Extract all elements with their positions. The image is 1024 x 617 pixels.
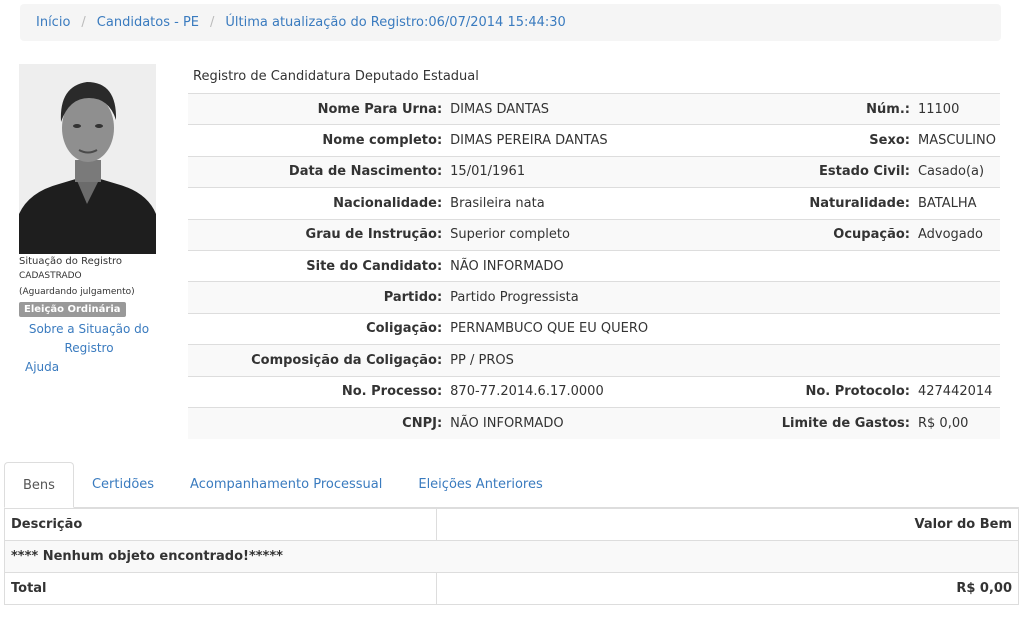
- field-value: MASCULINO: [913, 124, 1000, 157]
- table-row: Grau de Instrução: Superior completo Ocu…: [188, 218, 1000, 251]
- tab-certidoes[interactable]: Certidões: [74, 462, 172, 507]
- field-label: Partido:: [188, 281, 447, 314]
- field-value: Superior completo: [446, 218, 733, 251]
- field-label: Coligação:: [188, 312, 447, 345]
- field-label: [732, 249, 914, 282]
- registration-sidebar: Situação do Registro CADASTRADO (Aguarda…: [19, 255, 159, 374]
- field-value: [913, 281, 1000, 314]
- field-value: [913, 344, 1000, 377]
- field-value: 427442014: [913, 375, 1000, 408]
- field-label: Nacionalidade:: [188, 187, 447, 220]
- assets-table: Descrição Valor do Bem **** Nenhum objet…: [4, 508, 1019, 605]
- column-header-description: Descrição: [4, 508, 437, 541]
- field-value: Partido Progressista: [446, 281, 733, 314]
- registration-status-title: Situação do Registro: [19, 256, 122, 267]
- breadcrumb-home[interactable]: Início: [36, 15, 70, 30]
- tab-acompanhamento-processual[interactable]: Acompanhamento Processual: [172, 462, 400, 507]
- field-value: DIMAS PEREIRA DANTAS: [446, 124, 733, 157]
- field-label: Núm.:: [732, 92, 914, 125]
- field-value: 15/01/1961: [446, 155, 733, 188]
- field-label: Grau de Instrução:: [188, 218, 447, 251]
- field-label: Composição da Coligação:: [188, 344, 447, 377]
- table-row: Site do Candidato: NÃO INFORMADO: [188, 249, 1000, 282]
- breadcrumb: Início / Candidatos - PE / Última atuali…: [20, 4, 1001, 41]
- field-label: [732, 344, 914, 377]
- table-row: Nome Para Urna: DIMAS DANTAS Núm.: 11100: [188, 92, 1000, 125]
- field-value: NÃO INFORMADO: [446, 406, 733, 439]
- field-label: [732, 281, 914, 314]
- field-value: R$ 0,00: [913, 406, 1000, 439]
- field-label: Ocupação:: [732, 218, 914, 251]
- registration-status-note: (Aguardando julgamento): [19, 287, 135, 297]
- field-label: CNPJ:: [188, 406, 447, 439]
- field-value: [913, 312, 1000, 345]
- table-row: Data de Nascimento: 15/01/1961 Estado Ci…: [188, 155, 1000, 188]
- table-row: Nome completo: DIMAS PEREIRA DANTAS Sexo…: [188, 124, 1000, 157]
- field-label: Sexo:: [732, 124, 914, 157]
- election-type-badge: Eleição Ordinária: [19, 302, 126, 317]
- field-value: DIMAS DANTAS: [446, 92, 733, 125]
- field-value: 11100: [913, 92, 1000, 125]
- breadcrumb-separator: /: [81, 15, 86, 30]
- total-label: Total: [4, 572, 437, 605]
- candidate-info-table: Nome Para Urna: DIMAS DANTAS Núm.: 11100…: [188, 92, 1000, 439]
- field-label: [732, 312, 914, 345]
- field-value: Casado(a): [913, 155, 1000, 188]
- registration-title: Registro de Candidatura Deputado Estadua…: [193, 69, 479, 84]
- empty-row: **** Nenhum objeto encontrado!*****: [4, 540, 1019, 573]
- field-label: Limite de Gastos:: [732, 406, 914, 439]
- column-header-value: Valor do Bem: [436, 508, 1019, 541]
- breadcrumb-last-update[interactable]: Última atualização do Registro:06/07/201…: [225, 15, 565, 30]
- about-status-link[interactable]: Sobre a Situação do Registro: [19, 320, 159, 358]
- field-label: Site do Candidato:: [188, 249, 447, 282]
- field-value: Brasileira nata: [446, 187, 733, 220]
- field-value: [913, 249, 1000, 282]
- total-value: R$ 0,00: [436, 572, 1019, 605]
- field-value: Advogado: [913, 218, 1000, 251]
- field-label: No. Processo:: [188, 375, 447, 408]
- tab-eleicoes-anteriores[interactable]: Eleições Anteriores: [400, 462, 560, 507]
- field-value: BATALHA: [913, 187, 1000, 220]
- field-value: NÃO INFORMADO: [446, 249, 733, 282]
- field-value: 870-77.2014.6.17.0000: [446, 375, 733, 408]
- field-value: PP / PROS: [446, 344, 733, 377]
- field-label: Nome Para Urna:: [188, 92, 447, 125]
- field-label: Nome completo:: [188, 124, 447, 157]
- field-label: Naturalidade:: [732, 187, 914, 220]
- candidate-photo: [19, 64, 156, 254]
- breadcrumb-separator: /: [210, 15, 215, 30]
- candidate-portrait-image: [19, 64, 156, 254]
- help-link[interactable]: Ajuda: [25, 360, 159, 374]
- table-row: No. Processo: 870-77.2014.6.17.0000 No. …: [188, 375, 1000, 408]
- total-row: Total R$ 0,00: [4, 572, 1019, 605]
- registration-status-value: CADASTRADO: [19, 271, 82, 281]
- table-row: Partido: Partido Progressista: [188, 281, 1000, 314]
- field-label: No. Protocolo:: [732, 375, 914, 408]
- field-label: Data de Nascimento:: [188, 155, 447, 188]
- table-header-row: Descrição Valor do Bem: [4, 508, 1019, 541]
- table-row: Nacionalidade: Brasileira nata Naturalid…: [188, 187, 1000, 220]
- detail-tabs: Bens Certidões Acompanhamento Processual…: [4, 462, 1019, 508]
- table-row: Coligação: PERNAMBUCO QUE EU QUERO: [188, 312, 1000, 345]
- empty-message: **** Nenhum objeto encontrado!*****: [4, 540, 1019, 573]
- table-row: CNPJ: NÃO INFORMADO Limite de Gastos: R$…: [188, 406, 1000, 439]
- field-label: Estado Civil:: [732, 155, 914, 188]
- field-value: PERNAMBUCO QUE EU QUERO: [446, 312, 733, 345]
- tab-bens[interactable]: Bens: [4, 462, 74, 508]
- table-row: Composição da Coligação: PP / PROS: [188, 344, 1000, 377]
- breadcrumb-candidates[interactable]: Candidatos - PE: [97, 15, 199, 30]
